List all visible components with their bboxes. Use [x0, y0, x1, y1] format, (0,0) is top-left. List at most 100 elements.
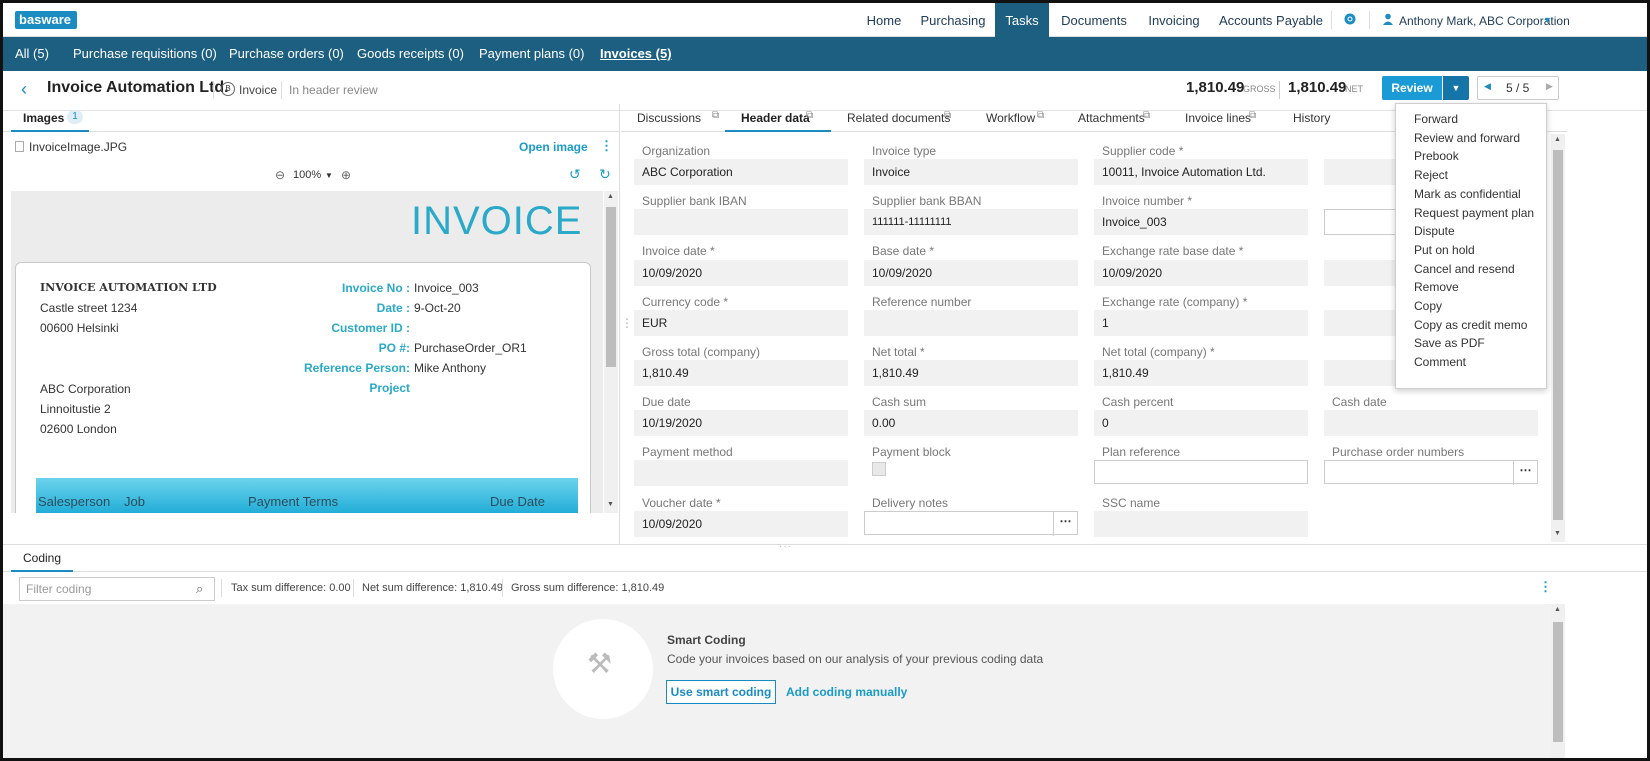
external-link-icon: ⧉ — [712, 110, 720, 121]
tab-related-documents[interactable]: Related documents — [847, 111, 950, 125]
zoom-level[interactable]: 100% — [293, 169, 321, 181]
back-arrow-icon[interactable]: ‹ — [21, 79, 27, 100]
scroll-up-icon[interactable]: ▲ — [607, 193, 614, 200]
nav-documents[interactable]: Documents — [1055, 3, 1133, 37]
more-options-icon[interactable]: ⋮ — [600, 138, 613, 154]
tab-coding[interactable]: Coding — [11, 545, 73, 572]
external-link-icon: ⧉ — [806, 110, 814, 121]
cash-percent-field[interactable]: 0 — [1094, 410, 1308, 436]
plan-reference-input[interactable] — [1094, 460, 1308, 484]
scroll-down-icon[interactable]: ▼ — [607, 501, 614, 508]
add-coding-manually-link[interactable]: Add coding manually — [786, 685, 907, 699]
tab-images[interactable]: Images 1 — [11, 104, 89, 132]
subnav-goods-receipts[interactable]: Goods receipts (0) — [357, 37, 464, 71]
menu-item-remove[interactable]: Remove — [1414, 280, 1459, 294]
net-total-field[interactable]: 1,810.49 — [864, 360, 1078, 386]
ssc-name-field[interactable] — [1094, 511, 1308, 537]
tab-workflow[interactable]: Workflow — [986, 111, 1035, 125]
menu-item-comment[interactable]: Comment — [1414, 355, 1466, 369]
menu-item-review-and-forward[interactable]: Review and forward — [1414, 131, 1520, 145]
menu-item-copy[interactable]: Copy — [1414, 299, 1442, 313]
image-filename[interactable]: InvoiceImage.JPG — [29, 140, 127, 154]
scroll-thumb[interactable] — [606, 207, 616, 367]
invoice-date-field[interactable]: 10/09/2020 — [634, 260, 848, 286]
supplier-code-field[interactable]: 10011, Invoice Automation Ltd. — [1094, 159, 1308, 185]
subnav-purchase-requisitions[interactable]: Purchase requisitions (0) — [73, 37, 217, 71]
review-dropdown-icon[interactable]: ▼ — [1443, 76, 1469, 100]
subnav-all[interactable]: All (5) — [15, 37, 49, 71]
zoom-in-icon[interactable]: ⊕ — [341, 168, 351, 182]
search-icon[interactable]: ⌕ — [196, 581, 203, 597]
scroll-thumb[interactable] — [1553, 622, 1563, 742]
delivery-notes-lookup-button[interactable]: ⋯ — [1053, 512, 1077, 536]
exchange-rate-field[interactable]: 1 — [1094, 310, 1308, 336]
scroll-up-icon[interactable]: ▲ — [1554, 606, 1561, 613]
scroll-up-icon[interactable]: ▲ — [1554, 136, 1561, 143]
payment-method-field[interactable] — [634, 460, 848, 486]
currency-code-field[interactable]: EUR — [634, 310, 848, 336]
due-date-field[interactable]: 10/19/2020 — [634, 410, 848, 436]
smart-coding-illustration: ⚒ — [553, 619, 653, 719]
bank-iban-field[interactable] — [634, 209, 848, 235]
menu-item-reject[interactable]: Reject — [1414, 168, 1448, 182]
details-scrollbar[interactable]: ▲ ▼ — [1551, 134, 1565, 542]
cash-date-field[interactable] — [1324, 410, 1538, 436]
next-icon[interactable]: ▶ — [1546, 81, 1553, 92]
menu-item-save-as-pdf[interactable]: Save as PDF — [1414, 336, 1485, 350]
review-button[interactable]: Review — [1382, 76, 1442, 100]
basware-logo[interactable]: basware — [15, 11, 77, 29]
filter-coding-input[interactable]: Filter coding ⌕ — [19, 577, 215, 601]
menu-item-prebook[interactable]: Prebook — [1414, 149, 1459, 163]
organization-field[interactable]: ABC Corporation — [634, 159, 848, 185]
menu-item-copy-as-credit-memo[interactable]: Copy as credit memo — [1414, 318, 1527, 332]
menu-item-dispute[interactable]: Dispute — [1414, 224, 1455, 238]
nav-accounts-payable[interactable]: Accounts Payable — [1215, 3, 1327, 37]
gross-total-field[interactable]: 1,810.49 — [634, 360, 848, 386]
use-smart-coding-button[interactable]: Use smart coding — [666, 680, 776, 704]
rotate-left-icon[interactable]: ↺ — [569, 166, 581, 183]
coding-options-icon[interactable]: ⋮ — [1539, 579, 1552, 595]
reference-number-field[interactable] — [864, 310, 1078, 336]
tab-invoice-lines[interactable]: Invoice lines — [1185, 111, 1251, 125]
previous-icon[interactable]: ◀ — [1484, 81, 1491, 92]
menu-item-mark-as-confidential[interactable]: Mark as confidential — [1414, 187, 1521, 201]
delivery-notes-input[interactable]: ⋯ — [864, 511, 1078, 536]
tab-header-data[interactable]: Header data — [725, 104, 831, 132]
scroll-thumb[interactable] — [1553, 150, 1563, 520]
cash-sum-field[interactable]: 0.00 — [864, 410, 1078, 436]
invoice-type-field[interactable]: Invoice — [864, 159, 1078, 185]
scroll-down-icon[interactable]: ▼ — [1554, 530, 1561, 537]
menu-item-put-on-hold[interactable]: Put on hold — [1414, 243, 1475, 257]
subnav-payment-plans[interactable]: Payment plans (0) — [479, 37, 585, 71]
menu-item-request-payment-plan[interactable]: Request payment plan — [1414, 206, 1534, 220]
nav-home[interactable]: Home — [855, 3, 913, 37]
po-numbers-lookup-button[interactable]: ⋯ — [1513, 461, 1537, 485]
menu-item-forward[interactable]: Forward — [1414, 112, 1458, 126]
subnav-purchase-orders[interactable]: Purchase orders (0) — [229, 37, 344, 71]
payment-block-checkbox[interactable] — [872, 462, 886, 476]
menu-item-cancel-and-resend[interactable]: Cancel and resend — [1414, 262, 1515, 276]
image-scrollbar[interactable]: ▲ ▼ — [604, 191, 618, 513]
net-total-company-field[interactable]: 1,810.49 — [1094, 360, 1308, 386]
rotate-right-icon[interactable]: ↻ — [599, 166, 611, 183]
invoice-number-field[interactable]: Invoice_003 — [1094, 209, 1308, 235]
tab-history[interactable]: History — [1293, 111, 1330, 125]
po-numbers-input[interactable]: ⋯ — [1324, 460, 1538, 485]
coding-scrollbar[interactable]: ▲ — [1551, 604, 1565, 758]
menu-list: Forward Review and forward Prebook Reject Ma… — [1396, 104, 1548, 390]
voucher-date-field[interactable]: 10/09/2020 — [634, 511, 848, 537]
open-image-link[interactable]: Open image — [519, 140, 588, 154]
chevron-down-icon[interactable]: ▼ — [1543, 15, 1552, 25]
gear-icon[interactable] — [1343, 12, 1359, 28]
subnav-invoices[interactable]: Invoices (5) — [600, 37, 672, 71]
nav-purchasing[interactable]: Purchasing — [915, 3, 991, 37]
tab-discussions[interactable]: Discussions — [637, 111, 701, 125]
base-date-field[interactable]: 10/09/2020 — [864, 260, 1078, 286]
zoom-out-icon[interactable]: ⊖ — [275, 168, 285, 182]
exchange-base-date-field[interactable]: 10/09/2020 — [1094, 260, 1308, 286]
nav-invoicing[interactable]: Invoicing — [1141, 3, 1207, 37]
bank-bban-field[interactable]: 111111-11111111 — [864, 209, 1078, 235]
zoom-dropdown-icon[interactable]: ▼ — [325, 171, 333, 180]
nav-tasks[interactable]: Tasks — [995, 3, 1049, 37]
tab-attachments[interactable]: Attachments — [1078, 111, 1145, 125]
